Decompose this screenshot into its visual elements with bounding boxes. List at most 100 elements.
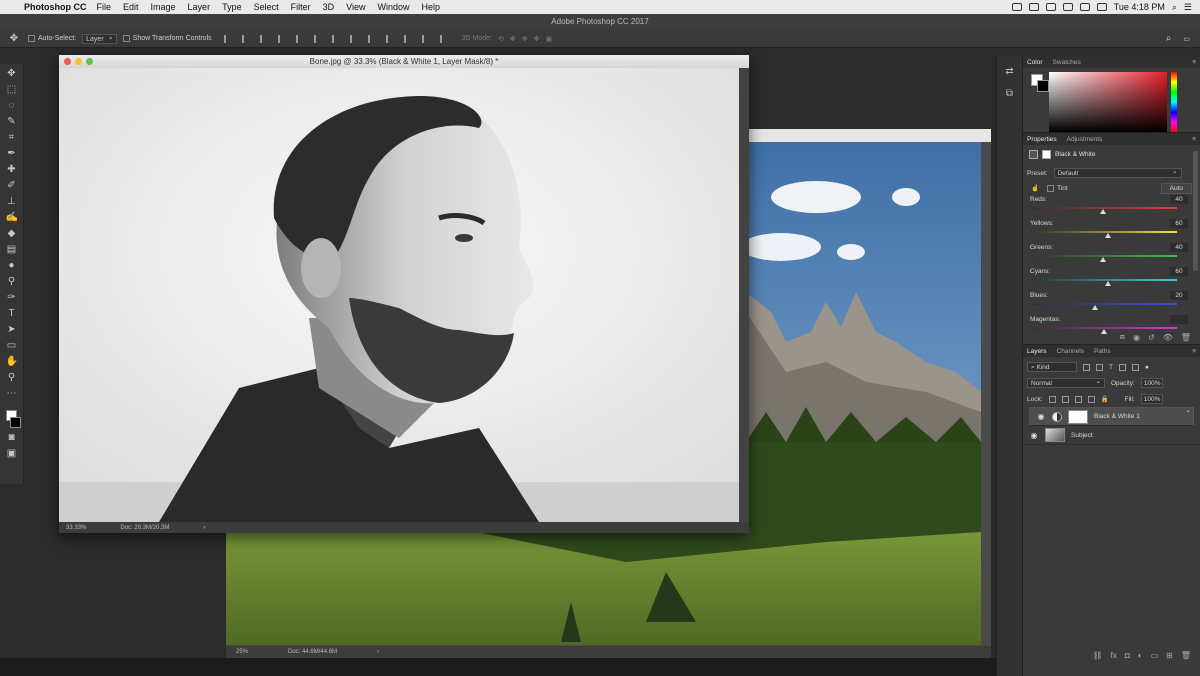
landscape-zoom[interactable]: 25% [236,649,248,655]
history-brush-tool-icon[interactable]: ✍ [6,212,18,224]
hand-tool-icon[interactable]: ✋ [6,356,18,368]
auto-align-icon[interactable] [439,34,450,43]
slider-track[interactable] [1031,279,1177,281]
tab-properties[interactable]: Properties [1027,136,1057,143]
gradient-tool-icon[interactable]: ▤ [6,244,18,256]
zoom-window-icon[interactable] [86,58,93,65]
filter-adjustment-icon[interactable] [1096,363,1103,371]
clock[interactable]: Tue 4:18 PM [1114,2,1165,12]
panel-menu-icon[interactable]: ≡ [1192,136,1196,143]
dodge-tool-icon[interactable]: ⚲ [6,276,18,288]
menu-image[interactable]: Image [151,2,176,12]
type-tool-icon[interactable]: T [6,308,18,320]
tab-paths[interactable]: Paths [1094,348,1111,355]
menu-help[interactable]: Help [421,2,440,12]
menu-3d[interactable]: 3D [323,2,335,12]
targeted-adjustment-icon[interactable]: ☝ [1031,184,1039,192]
distribute-middle-icon[interactable] [349,34,360,43]
new-layer-icon[interactable]: ⊞ [1166,651,1173,660]
slider-value-input[interactable] [1170,315,1188,324]
slider-value-input[interactable]: 40 [1170,243,1188,252]
quick-mask-icon[interactable]: ◙ [6,432,18,444]
layer-row[interactable]: ◉ Subject [1023,426,1200,445]
portrait-doc-size[interactable]: Doc: 20.3M/20.3M [120,525,169,531]
visibility-eye-icon[interactable]: ◉ [1029,431,1039,440]
slider-value-input[interactable]: 60 [1170,267,1188,276]
screen-record-icon[interactable] [1011,3,1022,11]
move-tool-icon[interactable]: ✥ [6,68,18,80]
lock-pixels-icon[interactable] [1061,395,1069,403]
filter-type-icon[interactable]: T [1109,364,1113,371]
layer-name[interactable]: Subject [1071,432,1093,439]
lock-transparent-icon[interactable] [1048,395,1056,403]
portrait-vertical-scrollbar[interactable] [739,68,749,522]
visibility-icon[interactable]: 👁 [1163,333,1173,342]
tab-layers[interactable]: Layers [1027,348,1047,355]
slider-value-input[interactable]: 20 [1170,291,1188,300]
slider-value-input[interactable]: 40 [1170,195,1188,204]
menu-edit[interactable]: Edit [123,2,139,12]
delete-icon[interactable]: 🗑 [1181,333,1191,342]
close-window-icon[interactable] [64,58,71,65]
battery-icon[interactable] [1096,3,1107,11]
opacity-input[interactable]: 100% [1140,378,1163,388]
layer-row[interactable]: ◉ Black & White 1 [1029,406,1194,426]
new-group-icon[interactable]: ▭ [1151,651,1159,660]
stamp-tool-icon[interactable]: ⊥ [6,196,18,208]
background-color-swatch[interactable] [9,417,21,428]
eraser-tool-icon[interactable]: ◆ [6,228,18,240]
align-left-icon[interactable] [277,34,288,43]
reset-icon[interactable]: ↺ [1148,333,1155,342]
auto-button[interactable]: Auto [1160,182,1192,194]
filter-pixel-icon[interactable] [1083,363,1090,371]
preset-dropdown[interactable]: Default [1053,167,1182,178]
clip-to-layer-icon[interactable]: ⧈ [1120,332,1125,342]
align-bottom-icon[interactable] [259,34,270,43]
slider-track[interactable] [1031,303,1177,305]
menu-select[interactable]: Select [254,2,279,12]
screen-mode-icon[interactable]: ▣ [6,448,18,460]
slider-thumb[interactable] [1092,305,1099,310]
transform-panel-icon[interactable]: ⧉ [1004,88,1016,100]
menu-filter[interactable]: Filter [291,2,311,12]
menu-type[interactable]: Type [222,2,242,12]
portrait-zoom[interactable]: 33.33% [66,525,86,531]
distribute-right-icon[interactable] [421,34,432,43]
search-icon[interactable]: ⌕ [1166,33,1172,44]
pen-tool-icon[interactable]: ✑ [6,292,18,304]
move-tool-icon[interactable]: ✥ [0,33,28,44]
brush-tool-icon[interactable]: ✐ [6,180,18,192]
tab-swatches[interactable]: Swatches [1053,59,1081,66]
auto-select-dropdown[interactable]: Layer [82,33,117,44]
auto-select-checkbox[interactable] [28,35,35,42]
volume-icon[interactable] [1079,3,1090,11]
kind-filter-dropdown[interactable]: ⌕ Kind [1027,362,1077,372]
filter-shape-icon[interactable] [1118,363,1126,371]
distribute-top-icon[interactable] [331,34,342,43]
slider-track[interactable] [1031,231,1177,233]
tab-color[interactable]: Color [1027,59,1043,66]
panel-menu-icon[interactable]: ≡ [1192,59,1196,66]
filter-smart-object-icon[interactable] [1131,363,1139,371]
dropbox-icon[interactable] [1028,3,1039,11]
properties-scrollbar[interactable] [1193,151,1198,271]
delete-layer-icon[interactable]: 🗑 [1181,651,1191,660]
crop-tool-icon[interactable]: ⌗ [6,132,18,144]
transform-controls-checkbox[interactable] [122,35,130,42]
portrait-document-window[interactable]: Bone.jpg @ 33.3% (Black & White 1, Layer… [59,55,749,533]
marquee-tool-icon[interactable]: ⬚ [6,84,18,96]
layer-mask-thumbnail[interactable] [1068,409,1088,424]
align-middle-icon[interactable] [241,34,252,43]
adjustment-mode-icon[interactable] [1029,149,1038,159]
landscape-doc-size[interactable]: Doc: 44.6M/44.6M [288,649,337,655]
color-picker-field[interactable] [1049,72,1167,132]
lasso-tool-icon[interactable]: ◌ [6,100,18,112]
blend-mode-dropdown[interactable]: Normal [1027,377,1105,388]
align-top-icon[interactable] [223,34,234,43]
notification-center-icon[interactable]: ☰ [1184,2,1192,13]
visibility-eye-icon[interactable]: ◉ [1036,412,1046,421]
lock-all-icon[interactable]: 🔒 [1101,395,1109,403]
quick-select-tool-icon[interactable]: ✎ [6,116,18,128]
eyedropper-tool-icon[interactable]: ✒ [6,148,18,160]
tint-checkbox[interactable] [1047,184,1055,192]
